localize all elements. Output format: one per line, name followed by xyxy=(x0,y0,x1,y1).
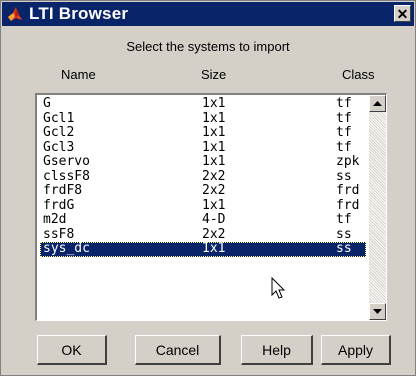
systems-listbox[interactable]: G 1x1 tf Gcl1 1x1 tf Gcl2 1x1 tf Gcl3 1x1 tf Gservo 1… xyxy=(35,93,387,321)
column-header-size: Size xyxy=(201,67,227,82)
system-row-Gservo[interactable]: Gservo 1x1 zpk xyxy=(40,154,366,170)
import-prompt: Select the systems to import xyxy=(126,39,290,54)
close-button[interactable]: ✕ xyxy=(394,5,411,22)
system-class-cell: frd xyxy=(336,197,360,213)
apply-button[interactable]: Apply xyxy=(321,335,391,365)
system-name-cell: G xyxy=(43,96,51,111)
system-name-cell: frdF8 xyxy=(43,183,83,198)
system-size-cell: 2x2 xyxy=(202,226,226,242)
window-title: LTI Browser xyxy=(29,4,129,23)
system-class-cell: tf xyxy=(336,125,352,140)
system-name-cell: sys_dc xyxy=(43,241,90,256)
vertical-scrollbar[interactable] xyxy=(369,95,386,320)
system-class-cell: ss xyxy=(336,226,352,242)
system-row-sys_dc[interactable]: sys_dc 1x1 ss xyxy=(40,241,366,257)
lti-browser-dialog: LTI Browser ✕ Select the systems to impo… xyxy=(0,0,416,376)
cancel-button[interactable]: Cancel xyxy=(135,335,221,365)
title-bar[interactable]: LTI Browser ✕ xyxy=(2,2,414,26)
mouse-pointer-icon xyxy=(271,277,286,299)
scroll-up-button[interactable] xyxy=(369,95,386,112)
system-size-cell: 4-D xyxy=(202,212,226,227)
arrow-down-icon xyxy=(373,308,382,314)
systems-list: G 1x1 tf Gcl1 1x1 tf Gcl2 1x1 tf Gcl3 1x1 tf Gservo 1… xyxy=(40,96,366,257)
ok-button[interactable]: OK xyxy=(37,335,107,365)
system-size-cell: 1x1 xyxy=(202,139,226,155)
system-size-cell: 1x1 xyxy=(202,96,226,111)
system-size-cell: 2x2 xyxy=(202,183,226,198)
system-name-cell: clssF8 xyxy=(43,168,90,184)
system-row-ssF8[interactable]: ssF8 2x2 ss xyxy=(40,226,366,243)
system-row-Gcl1[interactable]: Gcl1 1x1 tf xyxy=(40,110,366,127)
system-class-cell: tf xyxy=(336,139,352,155)
system-name-cell: ssF8 xyxy=(43,226,75,242)
system-class-cell: ss xyxy=(336,168,352,184)
system-size-cell: 2x2 xyxy=(202,168,226,184)
system-row-m2d[interactable]: m2d 4-D tf xyxy=(40,212,366,228)
system-row-Gcl2[interactable]: Gcl2 1x1 tf xyxy=(40,125,366,141)
system-size-cell: 1x1 xyxy=(202,125,226,140)
system-class-cell: tf xyxy=(336,212,352,227)
system-name-cell: Gcl1 xyxy=(43,110,75,126)
system-name-cell: frdG xyxy=(43,197,75,213)
system-row-frdF8[interactable]: frdF8 2x2 frd xyxy=(40,183,366,199)
system-class-cell: ss xyxy=(336,241,352,256)
system-row-Gcl3[interactable]: Gcl3 1x1 tf xyxy=(40,139,366,156)
system-class-cell: tf xyxy=(336,96,352,111)
system-class-cell: tf xyxy=(336,110,352,126)
system-name-cell: Gservo xyxy=(43,154,90,169)
system-class-cell: zpk xyxy=(336,154,360,169)
system-row-frdG[interactable]: frdG 1x1 frd xyxy=(40,197,366,214)
column-header-class: Class xyxy=(342,67,375,82)
system-size-cell: 1x1 xyxy=(202,110,226,126)
system-size-cell: 1x1 xyxy=(202,154,226,169)
arrow-up-icon xyxy=(373,100,382,106)
system-name-cell: Gcl2 xyxy=(43,125,75,140)
system-size-cell: 1x1 xyxy=(202,197,226,213)
matlab-logo-icon xyxy=(6,5,24,23)
scroll-down-button[interactable] xyxy=(369,303,386,320)
system-size-cell: 1x1 xyxy=(202,241,226,256)
close-icon: ✕ xyxy=(396,6,409,22)
system-row-G[interactable]: G 1x1 tf xyxy=(40,96,366,112)
help-button[interactable]: Help xyxy=(241,335,313,365)
system-name-cell: m2d xyxy=(43,212,67,227)
system-class-cell: frd xyxy=(336,183,360,198)
system-name-cell: Gcl3 xyxy=(43,139,75,155)
system-row-clssF8[interactable]: clssF8 2x2 ss xyxy=(40,168,366,185)
column-header-name: Name xyxy=(61,67,96,82)
